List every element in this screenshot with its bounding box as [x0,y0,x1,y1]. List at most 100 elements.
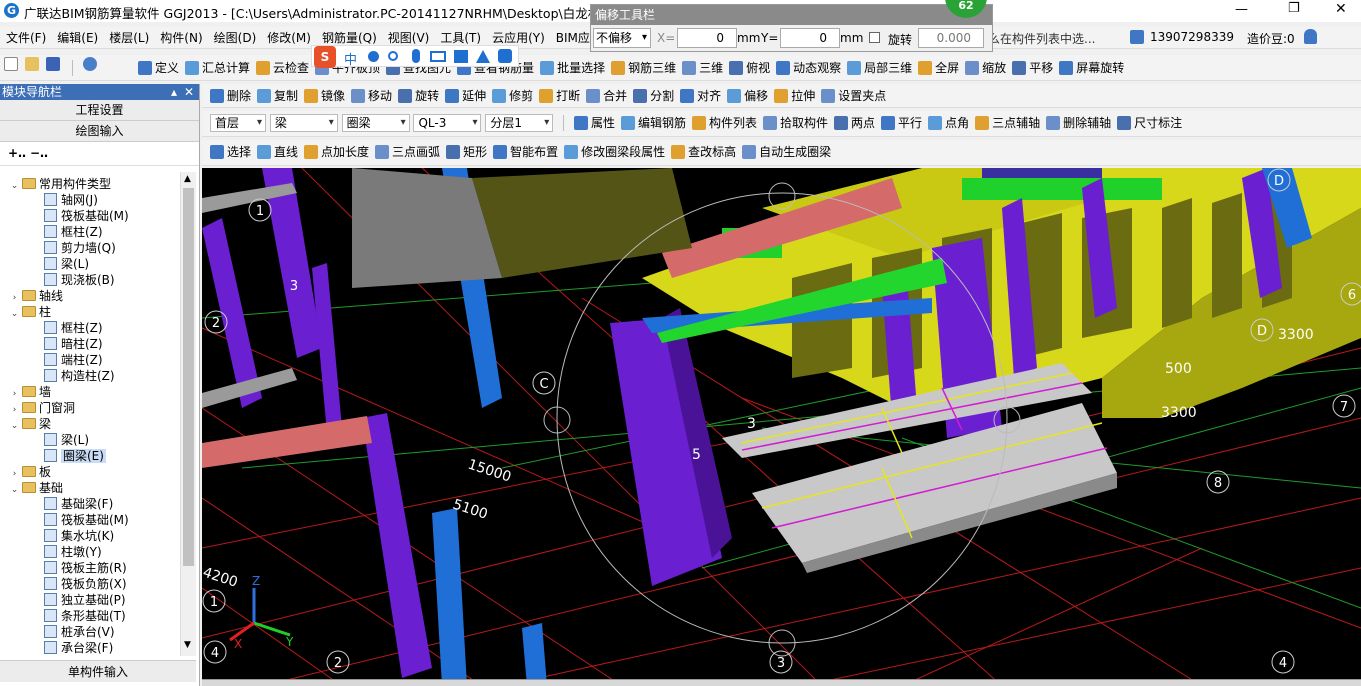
nav-scrollbar[interactable]: ▲ ▼ [180,172,196,656]
ime-upload-icon[interactable] [476,50,490,63]
menu-item[interactable]: 绘图(D) [208,27,262,48]
x-input[interactable] [677,28,737,48]
toolbar-edit-item-button[interactable]: 延伸 [445,85,486,107]
ime-tool-icon[interactable] [498,49,512,63]
rotate-checkbox[interactable] [869,32,880,43]
menu-items: 文件(F) 编辑(E) 楼层(L) 构件(N) 绘图(D) 修改(M) 钢筋量(Q) 视图(V… [0,31,615,45]
expand-all-icon[interactable]: +‥ [8,146,26,160]
open-folder-icon[interactable] [24,57,39,71]
toolbar-main-item-button[interactable]: 局部三维 [847,57,912,79]
toolbar-main-item-button[interactable]: 俯视 [729,57,770,79]
toolbar-draw-item-button[interactable]: 修改圈梁段属性 [564,141,665,163]
toolbar-main-item-button[interactable]: 定义 [137,57,179,79]
toolbar-edit-item-button[interactable]: 删除 [210,85,251,107]
toolbar-component-item-button[interactable]: 删除辅轴 [1046,112,1111,134]
toolbar-edit-item-button[interactable]: 设置夹点 [821,85,886,107]
ime-moon-icon[interactable] [368,51,379,62]
axis-label: 7 [1340,400,1348,415]
save-icon[interactable] [45,57,60,71]
rotate-input[interactable] [918,28,984,48]
toolbar-main-item-button[interactable]: 缩放 [965,57,1006,79]
toolbar-draw-item-button[interactable]: 矩形 [446,141,487,163]
toolbar-main-item-button[interactable]: 动态观察 [776,57,841,79]
toolbar-component-item-button[interactable]: 平行 [881,112,922,134]
toolbar-edit-item-button[interactable]: 复制 [257,85,298,107]
toolbar-main-item-button[interactable]: 钢筋三维 [611,57,676,79]
toolbar-component-item-button[interactable]: 拾取构件 [763,112,828,134]
toolbar-main-item-button[interactable]: 全屏 [918,57,959,79]
toolbar-edit-item-button[interactable]: 镜像 [304,85,345,107]
tab-drawing-input[interactable]: 绘图输入 [0,121,199,142]
toolbar-draw-item-button[interactable]: 智能布置 [493,141,558,163]
toolbar-main-item-button[interactable]: 屏幕旋转 [1059,57,1124,79]
ime-punct-icon[interactable] [388,51,398,61]
menu-item[interactable]: 楼层(L) [103,27,154,48]
ime-logo-icon[interactable]: S [314,46,336,68]
floor-select[interactable]: 首层 [210,114,266,132]
y-input[interactable] [780,28,840,48]
toolbar-edit-item-label: 镜像 [321,89,346,103]
toolbar-edit-item-button[interactable]: 旋转 [398,85,439,107]
toolbar-draw-item-button[interactable]: 三点画弧 [375,141,440,163]
menu-item[interactable]: 构件(N) [154,27,207,48]
toolbar-draw-item-button[interactable]: 查改标高 [671,141,736,163]
scrollbar-thumb[interactable] [183,188,194,566]
menu-item[interactable]: 编辑(E) [51,27,103,48]
menu-item[interactable]: 文件(F) [0,27,51,48]
pin-icon[interactable]: ▴ [171,84,177,100]
tab-project-settings[interactable]: 工程设置 [0,100,199,121]
axis-label: 4 [211,646,219,661]
menu-item[interactable]: 修改(M) [261,27,316,48]
toolbar-component-item-button[interactable]: 三点辅轴 [975,112,1040,134]
ime-keyboard-icon[interactable] [430,51,446,62]
toolbar-component-item-button[interactable]: 尺寸标注 [1117,112,1182,134]
ime-mic-icon[interactable] [412,49,420,63]
toolbar-edit-item-button[interactable]: 打断 [539,85,580,107]
toolbar-main-item-button[interactable]: 三维 [682,57,723,79]
undo-icon[interactable] [83,57,98,71]
model-canvas[interactable]: 1 2 3 C D D 6 7 8 1 4 2 3 4 3300 500 330… [202,168,1361,686]
tab-single-component[interactable]: 单构件输入 [0,660,196,682]
toolbar-main-item-button[interactable]: 批量选择 [540,57,605,79]
toolbar-draw-item-button[interactable]: 自动生成圈梁 [742,141,831,163]
close-button[interactable]: ✕ [1335,1,1347,17]
type-select[interactable]: 梁 [269,114,338,132]
toolbar-main-item-button[interactable]: 平移 [1012,57,1053,79]
ime-shirt-icon[interactable] [454,50,468,63]
toolbar-main-item-button[interactable]: 汇总计算 [184,57,250,79]
subtype-select[interactable]: 圈梁 [341,114,410,132]
ime-chinese-mode[interactable]: 中 [344,49,357,68]
offset-mode-select[interactable]: 不偏移 ▾ [593,28,651,48]
maximize-button[interactable]: ❐ [1288,1,1300,16]
toolbar-component-item-button[interactable]: 属性 [573,112,615,134]
nav-close-icon[interactable]: ✕ [184,84,194,100]
toolbar-draw-item-button[interactable]: 选择 [210,141,251,163]
toolbar-component-item-button[interactable]: 编辑钢筋 [620,112,686,134]
toolbar-edit-item-button[interactable]: 移动 [351,85,392,107]
phone-number[interactable]: 13907298339 [1150,30,1234,44]
minimize-button[interactable]: — [1235,2,1248,17]
component-icon [44,545,57,558]
tree-item[interactable]: 承台梁(F) [0,638,180,656]
toolbar-edit-item-button[interactable]: 偏移 [727,85,768,107]
layer-select[interactable]: 分层1 [485,114,554,132]
user-icon[interactable] [1130,30,1144,44]
toolbar-component-item-button[interactable]: 两点 [834,112,875,134]
new-file-icon[interactable] [4,57,18,71]
toolbar-component-item-button[interactable]: 构件列表 [692,112,757,134]
toolbar-edit-item-button[interactable]: 分割 [633,85,674,107]
toolbar-edit-item-button[interactable]: 对齐 [680,85,721,107]
bell-icon[interactable] [1304,29,1317,44]
toolbar-edit-item-button[interactable]: 合并 [586,85,627,107]
toolbar-component-item-button[interactable]: 点角 [928,112,969,134]
toolbar-main-item-button[interactable]: 云检查 [256,57,309,79]
collapse-all-icon[interactable]: −‥ [30,146,48,160]
toolbar-draw-item-button[interactable]: 点加长度 [304,141,369,163]
bean-count[interactable]: 造价豆:0 [1247,30,1295,47]
viewport-3d[interactable]: 1 2 3 C D D 6 7 8 1 4 2 3 4 3300 500 330… [202,168,1361,686]
toolbar-edit-item-button[interactable]: 修剪 [492,85,533,107]
toolbar-edit-item-button[interactable]: 拉伸 [774,85,815,107]
toolbar-edit-item-label: 延伸 [462,89,487,103]
toolbar-draw-item-button[interactable]: 直线 [257,141,298,163]
component-select[interactable]: QL-3 [413,114,482,132]
